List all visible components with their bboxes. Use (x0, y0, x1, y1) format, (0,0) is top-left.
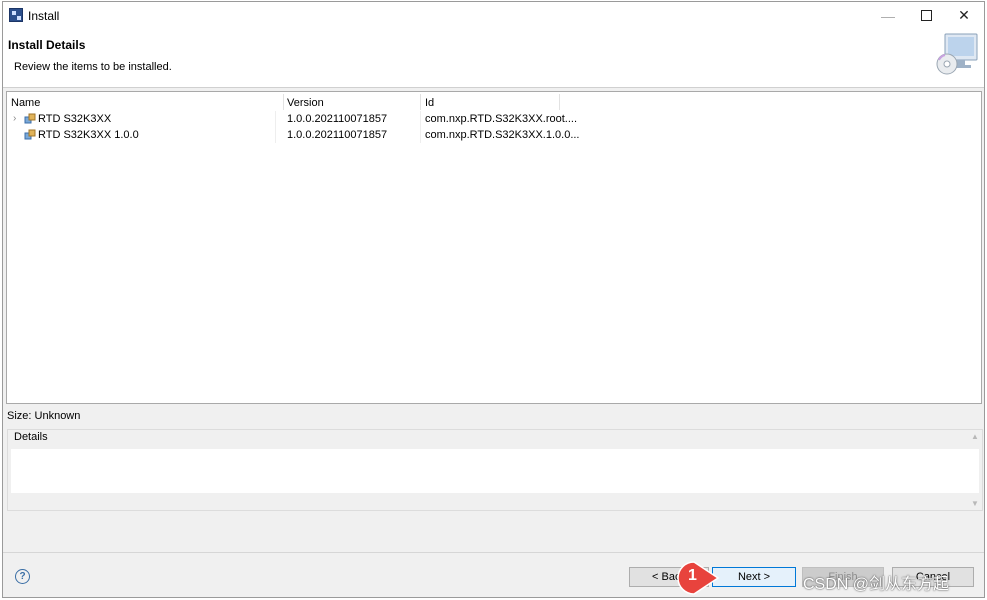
minimize-button[interactable]: — (868, 2, 908, 29)
row-id: com.nxp.RTD.S32K3XX.1.0.0... (425, 129, 580, 141)
row-version: 1.0.0.202110071857 (287, 113, 388, 125)
install-items-table[interactable]: Name Version Id › RTD S32K3XX 1.0.0.2021… (6, 91, 982, 404)
column-header-name[interactable]: Name (11, 95, 40, 111)
row-name: RTD S32K3XX (38, 113, 112, 125)
page-description: Review the items to be installed. (14, 61, 172, 73)
next-button[interactable]: Next > (712, 567, 796, 587)
column-divider[interactable] (283, 94, 284, 110)
close-icon: ✕ (958, 7, 970, 23)
row-id: com.nxp.RTD.S32K3XX.root.... (425, 113, 578, 125)
expand-chevron-icon[interactable]: › (13, 111, 16, 127)
install-banner-icon (936, 33, 978, 75)
window-title: Install (28, 9, 60, 23)
maximize-button[interactable] (906, 2, 946, 29)
column-divider[interactable] (420, 94, 421, 110)
scroll-down-icon[interactable]: ▼ (970, 499, 980, 508)
column-header-id[interactable]: Id (425, 95, 434, 111)
column-divider[interactable] (559, 94, 560, 110)
wizard-header: Install Details Review the items to be i… (3, 29, 984, 88)
step-number: 1 (688, 567, 697, 584)
install-dialog: Install — ✕ Install Details Review the i… (2, 1, 985, 598)
help-icon[interactable]: ? (15, 569, 30, 584)
close-button[interactable]: ✕ (944, 2, 984, 29)
watermark: CSDN @剑从东方起 (803, 576, 950, 593)
cell-divider (420, 111, 421, 127)
cell-divider (275, 127, 276, 143)
column-header-version[interactable]: Version (287, 95, 324, 111)
table-row[interactable]: RTD S32K3XX 1.0.0 1.0.0.202110071857 com… (7, 127, 981, 143)
app-icon (9, 8, 23, 22)
row-name: RTD S32K3XX 1.0.0 (38, 129, 139, 141)
title-bar: Install — ✕ (3, 2, 984, 29)
maximize-icon (920, 10, 932, 21)
details-group: Details ▲ ▼ (7, 429, 983, 511)
details-textarea[interactable] (11, 449, 979, 493)
minimize-icon: — (881, 7, 895, 24)
scroll-up-icon[interactable]: ▲ (970, 432, 980, 441)
table-row[interactable]: › RTD S32K3XX 1.0.0.202110071857 com.nxp… (7, 111, 981, 127)
row-version: 1.0.0.202110071857 (287, 129, 388, 141)
size-label: Size: Unknown (7, 410, 81, 422)
page-title: Install Details (8, 38, 86, 52)
cell-divider (420, 127, 421, 143)
feature-icon (24, 129, 36, 140)
cell-divider (275, 111, 276, 127)
footer-divider (3, 552, 984, 553)
details-label: Details (14, 431, 48, 443)
feature-icon (24, 113, 36, 124)
step-marker-arrow (677, 561, 719, 595)
